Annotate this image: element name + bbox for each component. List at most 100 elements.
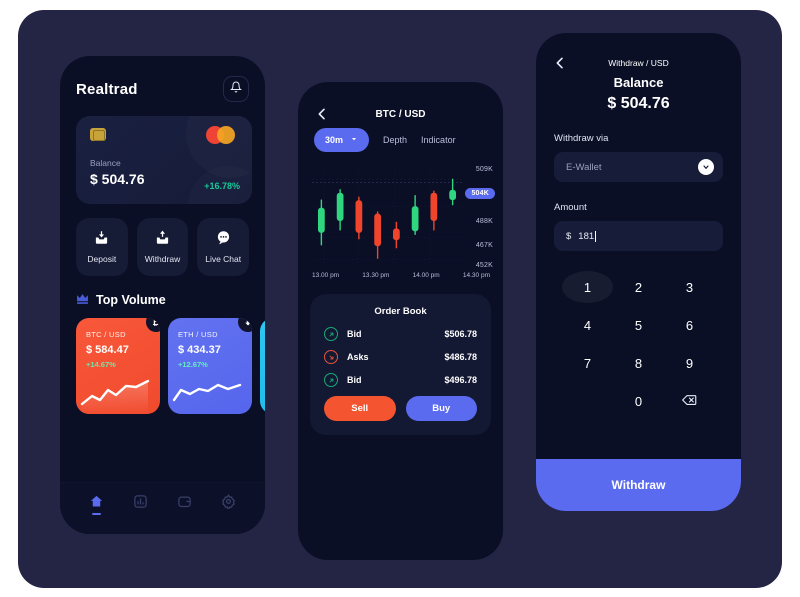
sparkline-chart [80, 379, 150, 414]
home-header: Realtrad [60, 56, 265, 102]
key-8[interactable]: 8 [613, 347, 664, 379]
mastercard-logo-icon [206, 126, 240, 144]
withdraw-icon [155, 230, 170, 247]
amount-input[interactable]: $ 181 [554, 221, 723, 251]
nav-item-settings[interactable] [221, 494, 236, 515]
y-tick-0: 509K [475, 166, 493, 173]
volume-card-btc[interactable]: ₿ BTC / USD $ 584.47 +14.67% [76, 318, 160, 414]
volume-card-pair: BTC / USD [86, 330, 126, 339]
tab-indicator[interactable]: Indicator [421, 135, 456, 145]
volume-card-next[interactable] [260, 318, 265, 414]
poster-canvas: Realtrad Balance $ 504.76 +16.78% Deposi… [18, 10, 782, 588]
arrow-up-right-icon [324, 327, 338, 341]
quick-actions: Deposit Withdraw Live Chat [60, 204, 265, 276]
phone-withdraw-screen: Withdraw / USD Balance $ 504.76 Withdraw… [536, 33, 741, 511]
live-chat-label: Live Chat [205, 254, 242, 264]
order-book-panel: Order Book Bid $506.78 Asks $486.78 Bid … [310, 294, 491, 435]
crown-icon [76, 293, 89, 307]
sell-button[interactable]: Sell [324, 396, 396, 421]
balance-label: Balance [90, 158, 121, 168]
y-tick-current: 504K [465, 188, 495, 199]
live-chat-button[interactable]: Live Chat [197, 218, 250, 276]
bottom-navigation [60, 482, 265, 534]
order-book-label: Asks [347, 352, 369, 362]
chart-x-axis: 13.00 pm 13.30 pm 14.00 pm 14.30 pm [312, 272, 490, 279]
eth-badge-icon: ⬇ [238, 318, 252, 332]
nav-active-indicator [91, 513, 101, 515]
bell-icon [229, 80, 243, 98]
chat-icon [216, 230, 231, 247]
volume-card-price: $ 584.47 [86, 344, 129, 356]
volume-card-price: $ 434.37 [178, 344, 221, 356]
currency-symbol: $ [566, 230, 572, 242]
y-tick-2: 488K [475, 218, 493, 225]
key-2[interactable]: 2 [613, 271, 664, 303]
chevron-down-icon[interactable] [698, 159, 714, 175]
withdraw-label: Withdraw [144, 254, 181, 264]
x-tick-1: 13.30 pm [362, 272, 390, 279]
withdraw-method-label: Withdraw via [554, 133, 609, 144]
phone-chart-screen: BTC / USD 30m Depth Indicator 509K 504K … [298, 82, 503, 560]
volume-card-eth[interactable]: ⬇ ETH / USD $ 434.37 +12.67% [168, 318, 252, 414]
numeric-keypad: 1 2 3 4 5 6 7 8 9 0 [562, 271, 715, 417]
order-book-label: Bid [347, 329, 362, 339]
backspace-icon [681, 394, 697, 409]
balance-amount: $ 504.76 [607, 95, 670, 112]
x-tick-3: 14.30 pm [462, 272, 490, 279]
key-6[interactable]: 6 [664, 309, 715, 341]
nav-item-home[interactable] [89, 494, 104, 515]
balance-card-carousel[interactable]: Balance $ 504.76 +16.78% Balance $ 504.7… [60, 116, 265, 204]
text-cursor [595, 230, 597, 242]
balance-change: +16.78% [204, 181, 240, 191]
withdraw-submit-button[interactable]: Withdraw [536, 459, 741, 511]
interval-label: 30m [325, 135, 344, 145]
key-3[interactable]: 3 [664, 271, 715, 303]
backspace-key[interactable] [664, 385, 715, 417]
volume-card-change: +14.67% [86, 360, 116, 369]
withdraw-button[interactable]: Withdraw [136, 218, 189, 276]
nav-item-stats[interactable] [133, 494, 148, 515]
deposit-icon [94, 230, 109, 247]
interval-selector[interactable]: 30m [314, 128, 370, 152]
y-tick-3: 467K [475, 242, 493, 249]
key-5[interactable]: 5 [613, 309, 664, 341]
key-7[interactable]: 7 [562, 347, 613, 379]
deposit-button[interactable]: Deposit [76, 218, 128, 276]
btc-badge-icon: ₿ [146, 318, 160, 332]
nav-item-wallet[interactable] [177, 494, 192, 515]
order-book-row[interactable]: Asks $486.78 [324, 350, 477, 364]
amount-label: Amount [554, 202, 587, 213]
chart-header: BTC / USD [298, 82, 503, 124]
order-book-title: Order Book [374, 306, 427, 317]
order-book-row[interactable]: Bid $496.78 [324, 373, 477, 387]
buy-button[interactable]: Buy [405, 396, 477, 421]
deposit-label: Deposit [87, 254, 117, 264]
x-tick-0: 13.00 pm [312, 272, 340, 279]
volume-card-pair: ETH / USD [178, 330, 218, 339]
order-book-label: Bid [347, 375, 362, 385]
notification-button[interactable] [223, 76, 249, 102]
volume-card-change: +12.67% [178, 360, 208, 369]
withdraw-method-select[interactable]: E-Wallet [554, 152, 723, 182]
y-tick-4: 452K [475, 262, 493, 269]
withdraw-method-value: E-Wallet [566, 161, 602, 173]
top-volume-title: Top Volume [96, 293, 166, 307]
key-1[interactable]: 1 [562, 271, 613, 303]
order-book-value: $486.78 [444, 352, 477, 362]
order-book-row[interactable]: Bid $506.78 [324, 327, 477, 341]
balance-card[interactable]: Balance $ 504.76 +16.78% [76, 116, 252, 204]
order-book-value: $496.78 [444, 375, 477, 385]
amount-value: 181 [578, 230, 595, 242]
tab-depth[interactable]: Depth [383, 135, 407, 145]
chart-filters: 30m Depth Indicator [298, 124, 503, 152]
key-0[interactable]: 0 [613, 385, 664, 417]
arrow-down-right-icon [324, 350, 338, 364]
key-9[interactable]: 9 [664, 347, 715, 379]
card-chip-icon [90, 128, 106, 141]
balance-label: Balance [613, 75, 664, 90]
candlestick-chart[interactable]: 509K 504K 488K 467K 452K 13.00 pm 13.30 … [298, 166, 503, 284]
x-tick-2: 14.00 pm [412, 272, 440, 279]
key-4[interactable]: 4 [562, 309, 613, 341]
chart-y-axis: 509K 504K 488K 467K 452K [453, 166, 495, 270]
volume-card-carousel[interactable]: ₿ BTC / USD $ 584.47 +14.67% ⬇ ETH / USD… [60, 318, 265, 414]
